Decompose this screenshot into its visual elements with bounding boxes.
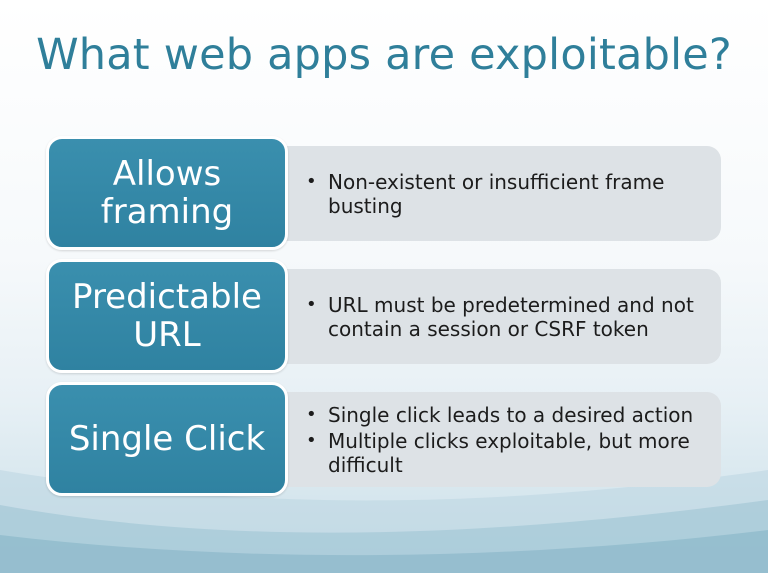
bullet-icon: • [306, 170, 317, 192]
label-line-1: Allows [112, 154, 222, 194]
label-text: Predictable URL [72, 278, 262, 354]
bullet-icon: • [306, 429, 317, 451]
label-line-2: framing [100, 192, 234, 232]
bullet-item: • URL must be predetermined and not cont… [306, 293, 711, 341]
bullet-item: • Non-existent or insufficient frame bus… [306, 170, 711, 218]
description-panel: • URL must be predetermined and not cont… [226, 269, 721, 364]
label-text: Single Click [68, 419, 266, 459]
row-allows-framing: • Non-existent or insufficient frame bus… [46, 136, 726, 254]
bullet-icon: • [306, 293, 317, 315]
bullet-icon: • [306, 403, 317, 425]
label-line-1: Predictable [72, 277, 262, 317]
label-box: Predictable URL [46, 259, 288, 373]
description-panel: • Single click leads to a desired action… [226, 392, 721, 487]
label-box: Single Click [46, 382, 288, 496]
bullet-item: • Multiple clicks exploitable, but more … [306, 429, 711, 477]
bullet-list: • Non-existent or insufficient frame bus… [306, 168, 711, 220]
slide-title: What web apps are exploitable? [36, 30, 732, 80]
description-panel: • Non-existent or insufficient frame bus… [226, 146, 721, 241]
row-predictable-url: • URL must be predetermined and not cont… [46, 259, 726, 377]
bullet-text: Non-existent or insufficient frame busti… [328, 169, 665, 218]
bullet-list: • Single click leads to a desired action… [306, 401, 711, 479]
label-box: Allows framing [46, 136, 288, 250]
row-single-click: • Single click leads to a desired action… [46, 382, 726, 500]
bullet-text: Single click leads to a desired action [328, 402, 694, 427]
bullet-text: URL must be predetermined and not contai… [328, 292, 694, 341]
bullet-list: • URL must be predetermined and not cont… [306, 291, 711, 343]
bullet-item: • Single click leads to a desired action [306, 403, 711, 427]
label-line-2: URL [133, 315, 201, 355]
label-text: Allows framing [101, 155, 233, 231]
bullet-text: Multiple clicks exploitable, but more di… [328, 428, 690, 477]
